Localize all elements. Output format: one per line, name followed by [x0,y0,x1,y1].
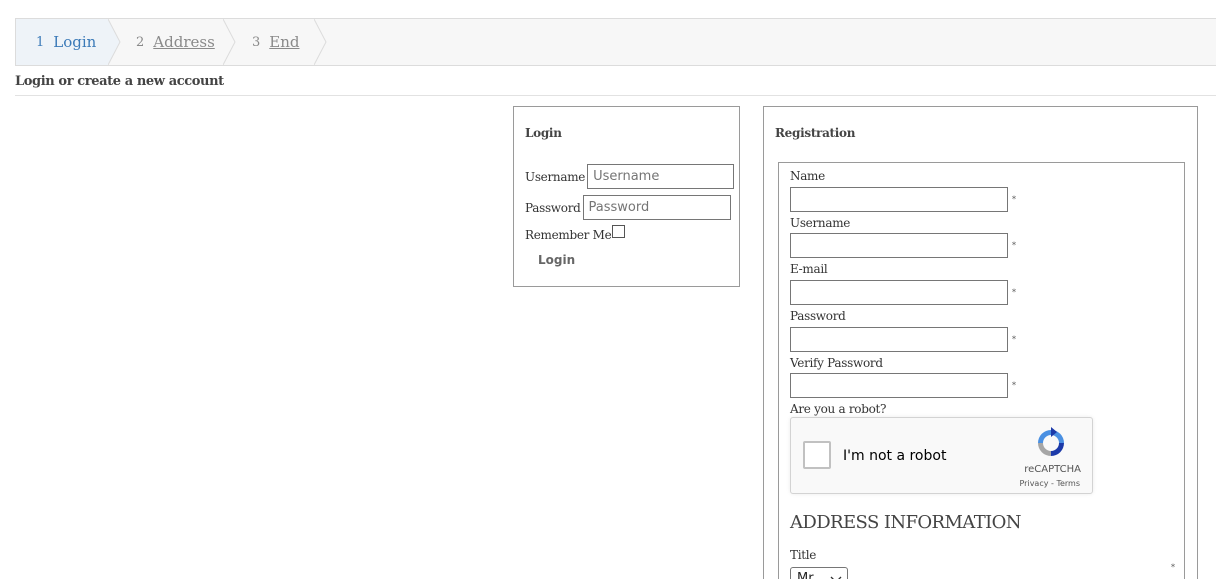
verify-password-input[interactable] [790,373,1008,398]
checkout-steps: 1 Login 2 Address 3 End [15,18,1216,66]
login-heading: Login [525,126,562,140]
password-row: Password [525,195,731,220]
title-select-value: Mr [797,571,814,579]
robot-label: Are you a robot? [790,402,887,416]
address-heading: ADDRESS INFORMATION [790,512,1022,533]
step-label[interactable]: End [269,33,299,51]
registration-panel: Registration Name * Username * E-mail * … [763,106,1198,579]
remember-checkbox[interactable] [612,225,626,238]
username-input[interactable] [587,164,735,189]
step-number: 2 [136,34,145,50]
reg-username-input[interactable] [790,233,1008,258]
step-chevron-icon [314,19,336,65]
username-row: Username [525,164,735,189]
required-marker: * [1171,563,1175,572]
required-marker: * [1012,241,1016,250]
email-label: E-mail [790,262,828,276]
recaptcha-checkbox[interactable] [803,441,831,469]
required-marker: * [1012,288,1016,297]
step-end[interactable]: 3 End [252,19,300,65]
reg-username-label: Username [790,216,851,230]
password-label: Password [525,200,581,215]
recaptcha-widget: I'm not a robot reCAPTCHA Privacy - Term… [790,417,1093,494]
verify-password-label: Verify Password [790,356,883,370]
required-marker: * [1012,195,1016,204]
step-label: Login [53,33,97,51]
page-title: Login or create a new account [15,74,224,89]
step-chevron-icon [223,19,245,65]
recaptcha-links[interactable]: Privacy - Terms [1020,479,1081,488]
reg-password-input[interactable] [790,327,1008,352]
registration-heading: Registration [775,126,856,140]
step-label[interactable]: Address [153,33,214,51]
recaptcha-logo-icon [1035,427,1067,463]
chevron-down-icon [830,573,842,579]
password-input[interactable] [582,195,731,220]
recaptcha-brand: reCAPTCHA [1024,464,1081,475]
divider [15,95,1216,96]
registration-fieldset: Name * Username * E-mail * Password * Ve… [778,162,1185,579]
remember-row: Remember Me [525,225,626,242]
remember-label: Remember Me [525,228,612,242]
step-chevron-icon [108,19,130,65]
required-marker: * [1012,335,1016,344]
name-label: Name [790,169,825,183]
name-input[interactable] [790,187,1008,212]
reg-password-label: Password [790,309,846,323]
title-select[interactable]: Mr [790,567,848,579]
email-input[interactable] [790,280,1008,305]
step-number: 3 [252,34,261,50]
recaptcha-text: I'm not a robot [843,448,947,464]
title-label: Title [790,548,817,562]
login-panel: Login Username Password Remember Me Logi… [513,106,740,287]
login-button[interactable]: Login [538,253,575,267]
step-address[interactable]: 2 Address [136,19,215,65]
step-number: 1 [36,34,45,50]
username-label: Username [525,169,586,184]
step-login[interactable]: 1 Login [16,19,108,65]
required-marker: * [1012,381,1016,390]
